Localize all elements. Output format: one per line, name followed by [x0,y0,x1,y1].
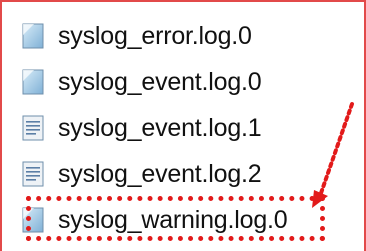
file-item-syslog-event-log-2[interactable]: syslog_event.log.2 [22,154,262,194]
file-name: syslog_event.log.0 [58,67,262,96]
file-name: syslog_error.log.0 [58,21,252,50]
file-item-syslog-warning-log-0[interactable]: syslog_warning.log.0 [22,200,288,240]
text-file-icon [22,115,44,141]
file-item-syslog-event-log-0[interactable]: syslog_event.log.0 [22,62,262,102]
file-item-syslog-error-log-0[interactable]: syslog_error.log.0 [22,16,252,56]
file-name: syslog_event.log.2 [58,159,262,188]
file-name: syslog_event.log.1 [58,113,262,142]
text-file-icon [22,161,44,187]
text-file-icon [22,23,44,49]
file-item-syslog-event-log-1[interactable]: syslog_event.log.1 [22,108,262,148]
text-file-icon [22,69,44,95]
file-name: syslog_warning.log.0 [58,205,288,234]
file-list: syslog_error.log.0 syslog_event.log.0 sy… [0,0,366,251]
text-file-icon [22,207,44,233]
